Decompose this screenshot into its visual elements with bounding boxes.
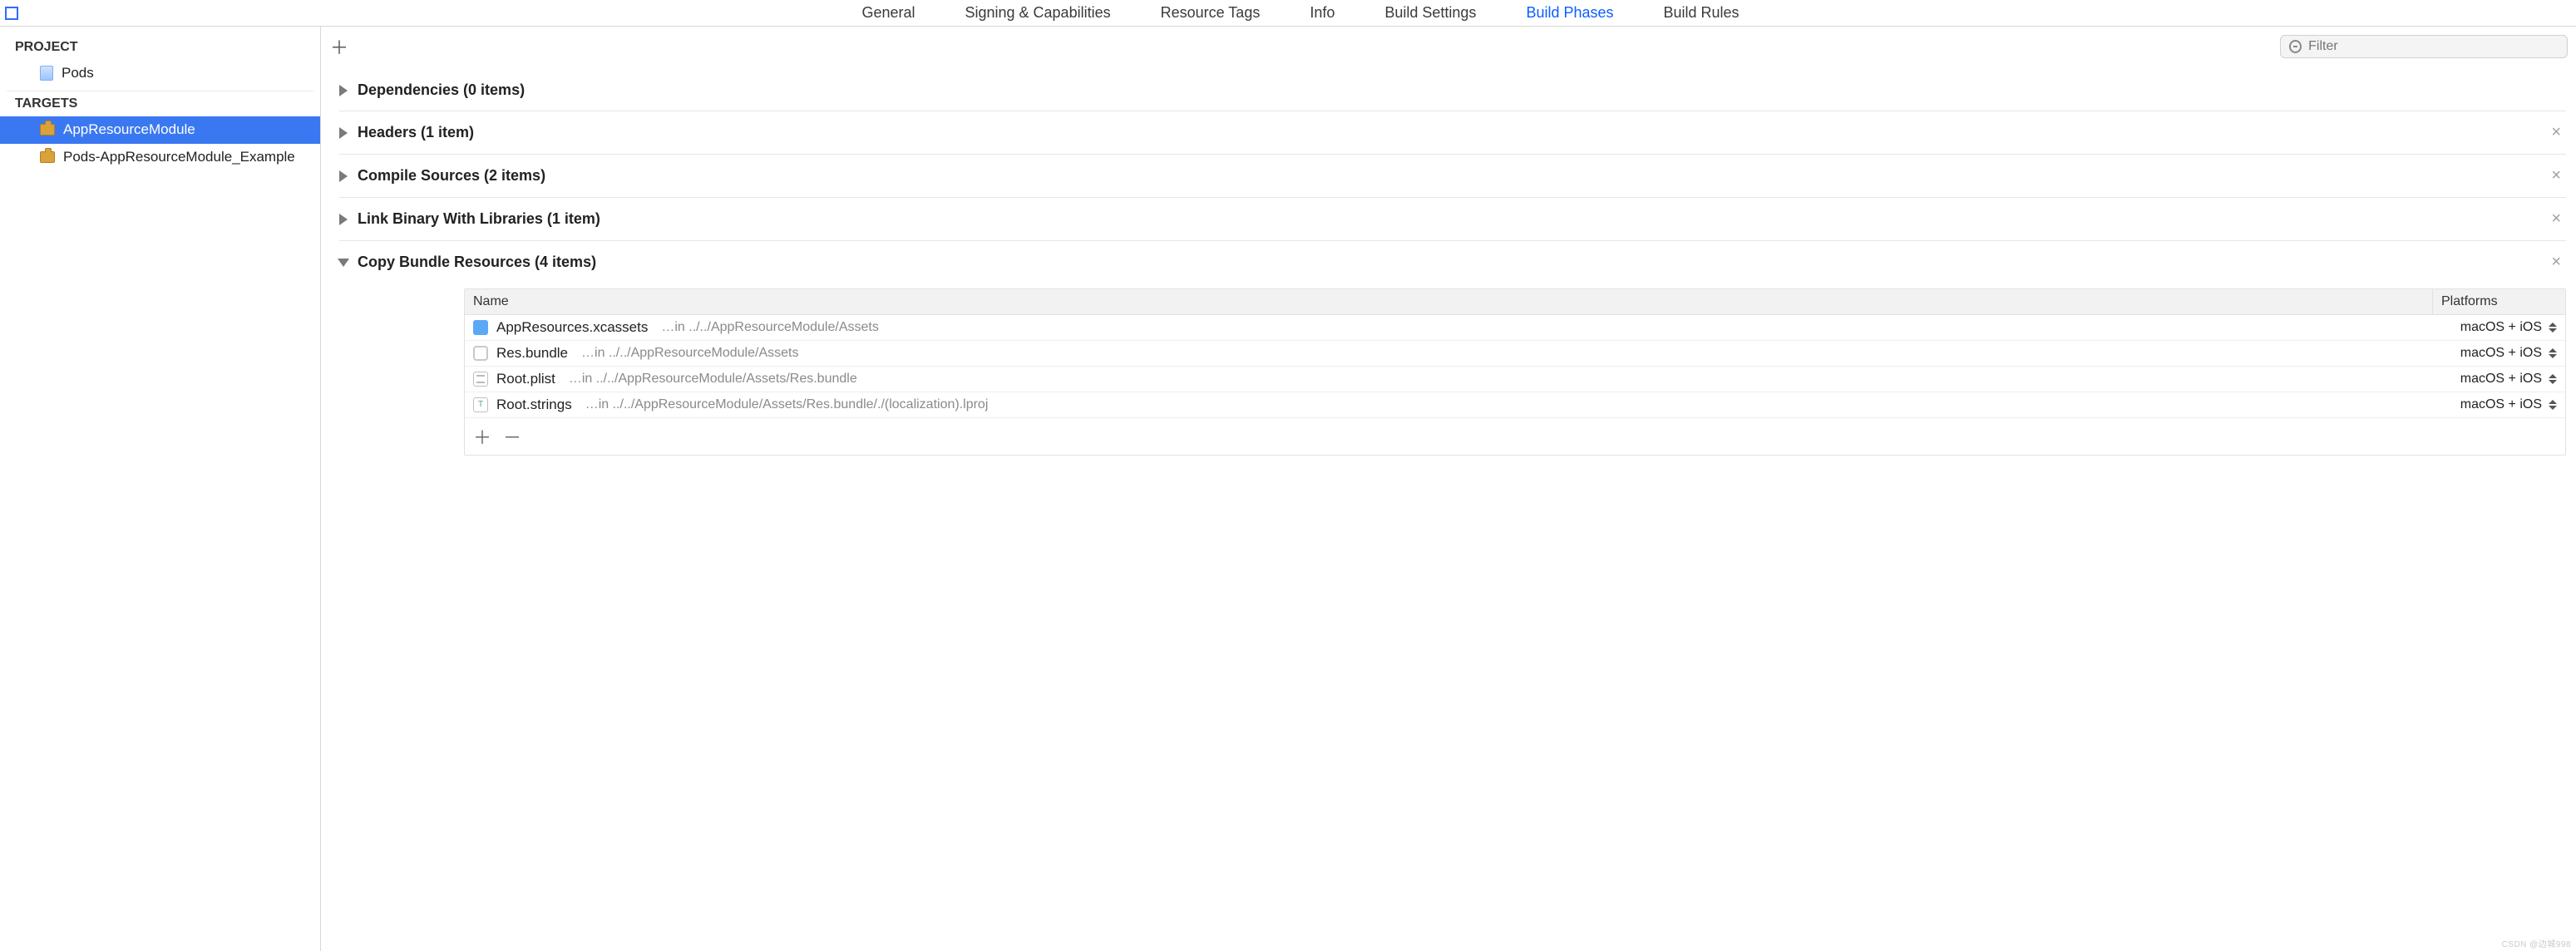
resource-platform[interactable]: macOS + iOS (2432, 320, 2557, 335)
build-phases-list: Dependencies (0 items) Headers (1 item) … (321, 67, 2576, 489)
remove-phase-button[interactable]: × (2551, 253, 2566, 272)
resource-platform[interactable]: macOS + iOS (2432, 372, 2557, 387)
resource-name: Root.plist (496, 371, 555, 387)
resource-name: AppResources.xcassets (496, 319, 648, 336)
tab-resource-tags[interactable]: Resource Tags (1161, 4, 1261, 22)
phase-compile-sources[interactable]: Compile Sources (2 items) × (339, 154, 2566, 197)
resource-path: …in ../../AppResourceModule/Assets (581, 346, 798, 361)
sidebar-target-appresourcemodule[interactable]: AppResourceModule (0, 116, 320, 144)
resources-footer: ＋ － (465, 418, 2565, 455)
add-resource-button[interactable]: ＋ (473, 423, 488, 450)
phase-dependencies[interactable]: Dependencies (0 items) (339, 70, 2566, 111)
filter-field[interactable] (2280, 35, 2568, 58)
phase-title: Link Binary With Libraries (1 item) (358, 210, 600, 228)
filter-input[interactable] (2308, 39, 2559, 54)
table-row[interactable]: Res.bundle …in ../../AppResourceModule/A… (465, 341, 2565, 367)
remove-phase-button[interactable]: × (2551, 209, 2566, 229)
watermark: CSDN @边城998 (2502, 937, 2571, 949)
remove-resource-button[interactable]: － (503, 423, 518, 450)
add-phase-button[interactable]: ＋ (329, 33, 349, 60)
phase-link-binary[interactable]: Link Binary With Libraries (1 item) × (339, 197, 2566, 240)
phase-toolbar: ＋ (321, 27, 2576, 67)
stepper-icon[interactable] (2549, 323, 2557, 333)
stepper-icon[interactable] (2549, 374, 2557, 384)
phase-headers[interactable]: Headers (1 item) × (339, 111, 2566, 154)
project-doc-icon[interactable] (5, 7, 18, 20)
column-header-name[interactable]: Name (465, 289, 2432, 314)
platform-label: macOS + iOS (2460, 320, 2542, 335)
column-header-platforms[interactable]: Platforms (2432, 289, 2565, 314)
disclosure-triangle-icon[interactable] (339, 85, 348, 96)
briefcase-icon (40, 151, 55, 163)
phase-copy-bundle-resources[interactable]: Copy Bundle Resources (4 items) × (339, 240, 2566, 283)
sidebar-project-header: PROJECT (0, 35, 320, 60)
bundle-icon (473, 346, 488, 361)
platform-label: macOS + iOS (2460, 397, 2542, 412)
disclosure-triangle-icon[interactable] (339, 214, 348, 225)
resources-header-row: Name Platforms (465, 289, 2565, 315)
sidebar-item-label: Pods-AppResourceModule_Example (63, 149, 295, 165)
tab-general[interactable]: General (861, 4, 915, 22)
remove-phase-button[interactable]: × (2551, 123, 2566, 142)
platform-label: macOS + iOS (2460, 372, 2542, 387)
resource-path: …in ../../AppResourceModule/Assets/Res.b… (569, 372, 857, 387)
platform-label: macOS + iOS (2460, 346, 2542, 361)
tab-build-settings[interactable]: Build Settings (1384, 4, 1476, 22)
disclosure-triangle-icon[interactable] (339, 127, 348, 139)
phase-title: Compile Sources (2 items) (358, 167, 545, 185)
stepper-icon[interactable] (2549, 348, 2557, 358)
phase-title: Copy Bundle Resources (4 items) (358, 254, 596, 271)
tab-signing[interactable]: Signing & Capabilities (965, 4, 1110, 22)
tab-info[interactable]: Info (1310, 4, 1335, 22)
resource-platform[interactable]: macOS + iOS (2432, 397, 2557, 412)
disclosure-triangle-icon[interactable] (339, 170, 348, 182)
filter-icon (2289, 40, 2302, 53)
table-row[interactable]: Root.strings …in ../../AppResourceModule… (465, 392, 2565, 418)
disclosure-triangle-icon[interactable] (338, 259, 349, 267)
resource-path: …in ../../AppResourceModule/Assets/Res.b… (585, 397, 989, 412)
document-icon (40, 66, 53, 81)
content-area: ＋ Dependencies (0 items) Headers (1 item… (321, 27, 2576, 951)
tab-build-phases[interactable]: Build Phases (1526, 4, 1613, 22)
folder-icon (473, 320, 488, 335)
table-row[interactable]: Root.plist …in ../../AppResourceModule/A… (465, 367, 2565, 392)
plist-icon (473, 372, 488, 387)
table-row[interactable]: AppResources.xcassets …in ../../AppResou… (465, 315, 2565, 341)
strings-icon (473, 397, 488, 412)
phase-title: Headers (1 item) (358, 124, 474, 141)
phase-title: Dependencies (0 items) (358, 81, 525, 99)
remove-phase-button[interactable]: × (2551, 166, 2566, 185)
sidebar-project-pods[interactable]: Pods (0, 60, 320, 87)
sidebar-target-pods-example[interactable]: Pods-AppResourceModule_Example (0, 144, 320, 171)
resource-name: Root.strings (496, 397, 572, 413)
main-split: PROJECT Pods TARGETS AppResourceModule P… (0, 27, 2576, 951)
resource-path: …in ../../AppResourceModule/Assets (661, 320, 878, 335)
sidebar: PROJECT Pods TARGETS AppResourceModule P… (0, 27, 321, 951)
sidebar-item-label: AppResourceModule (63, 121, 195, 138)
sidebar-targets-header: TARGETS (0, 91, 320, 116)
stepper-icon[interactable] (2549, 400, 2557, 410)
briefcase-icon (40, 124, 55, 136)
resource-name: Res.bundle (496, 345, 568, 362)
resources-table: Name Platforms AppResources.xcassets …in… (464, 288, 2566, 456)
project-tabs: General Signing & Capabilities Resource … (25, 4, 2576, 22)
sidebar-item-label: Pods (62, 65, 94, 81)
resource-platform[interactable]: macOS + iOS (2432, 346, 2557, 361)
tab-build-rules[interactable]: Build Rules (1664, 4, 1740, 22)
top-tab-bar: General Signing & Capabilities Resource … (0, 0, 2576, 27)
